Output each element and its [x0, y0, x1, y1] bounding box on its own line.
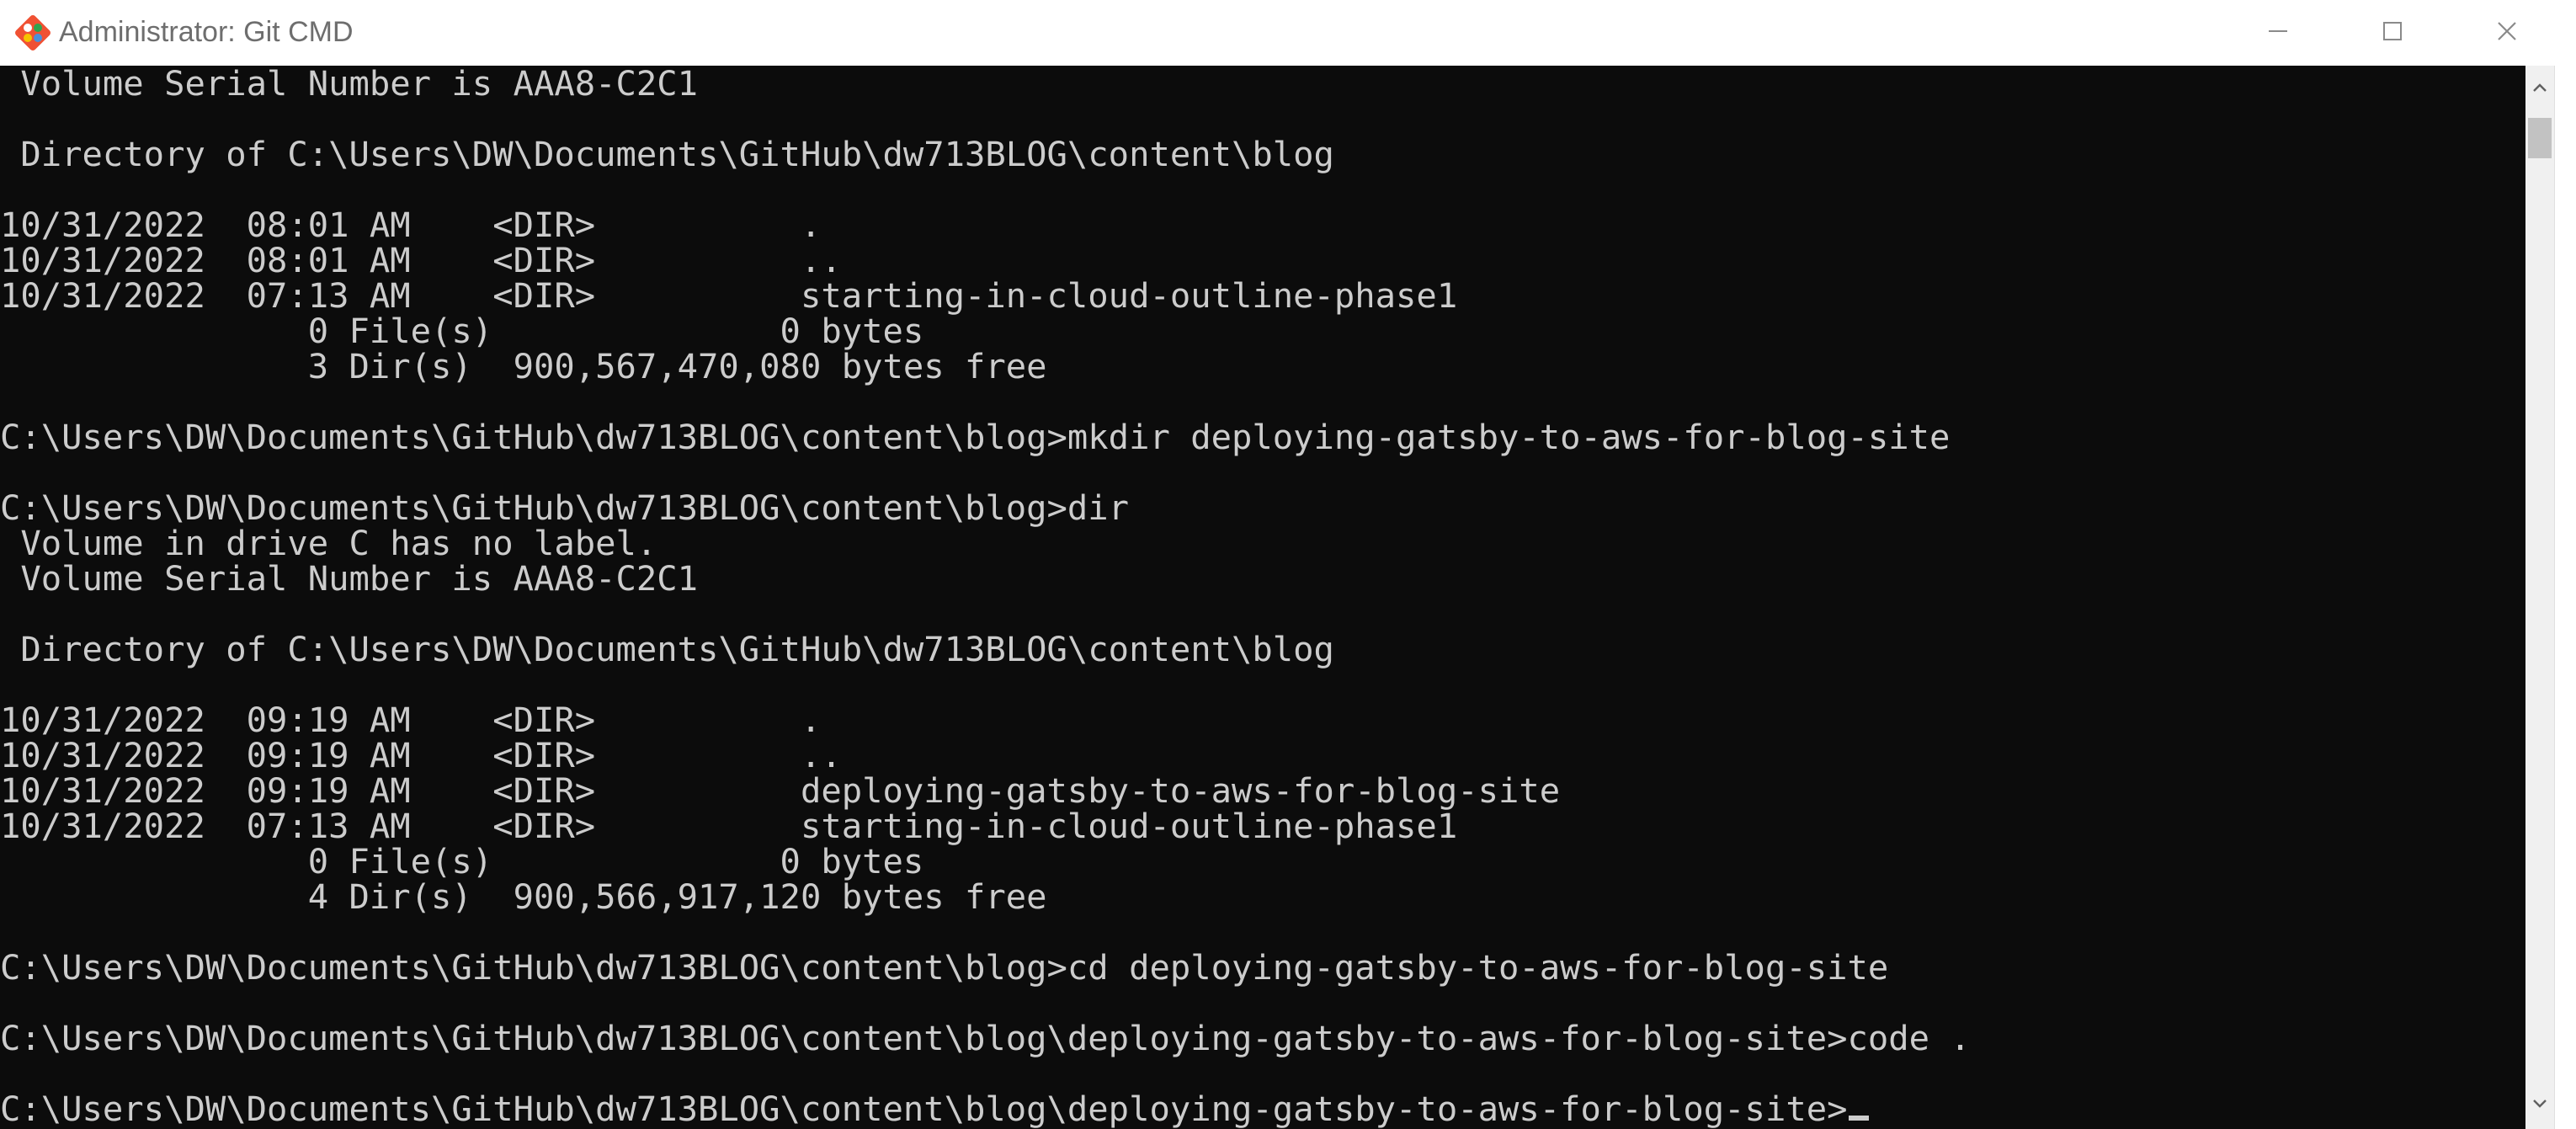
console-line: C:\Users\DW\Documents\GitHub\dw713BLOG\c…: [0, 1018, 1971, 1058]
console-line: 10/31/2022 09:19 AM <DIR> deploying-gats…: [0, 770, 1561, 811]
minimize-button[interactable]: [2221, 0, 2335, 62]
scroll-thumb[interactable]: [2528, 118, 2552, 158]
terminal-window: Administrator: Git CMD Volume Serial Num…: [0, 0, 2576, 1129]
console-line: 10/31/2022 07:13 AM <DIR> starting-in-cl…: [0, 275, 1458, 316]
title-bar[interactable]: Administrator: Git CMD: [0, 0, 2576, 66]
console-line: 4 Dir(s) 900,566,917,120 bytes free: [0, 876, 1047, 917]
maximize-button[interactable]: [2335, 0, 2450, 62]
close-button[interactable]: [2450, 0, 2564, 62]
window-edge: [2554, 66, 2576, 1129]
console-line: 0 File(s) 0 bytes: [0, 841, 924, 881]
scroll-up-button[interactable]: [2525, 66, 2554, 113]
console-line: Volume in drive C has no label.: [0, 523, 657, 563]
console-line: 10/31/2022 07:13 AM <DIR> starting-in-cl…: [0, 806, 1458, 846]
console-output[interactable]: Volume Serial Number is AAA8-C2C1 Direct…: [0, 66, 2525, 1129]
console-line: Directory of C:\Users\DW\Documents\GitHu…: [0, 134, 1334, 174]
console-line: C:\Users\DW\Documents\GitHub\dw713BLOG\c…: [0, 487, 1130, 528]
console-line: C:\Users\DW\Documents\GitHub\dw713BLOG\c…: [0, 947, 1889, 988]
text-cursor: [1849, 1116, 1870, 1121]
vertical-scrollbar[interactable]: [2525, 66, 2554, 1129]
console-line: 0 File(s) 0 bytes: [0, 311, 924, 351]
scroll-down-button[interactable]: [2525, 1082, 2554, 1129]
maximize-icon: [2383, 22, 2402, 40]
console-line: 10/31/2022 09:19 AM <DIR> ..: [0, 735, 842, 775]
console-line: 10/31/2022 08:01 AM <DIR> ..: [0, 240, 842, 280]
console-text: Volume Serial Number is AAA8-C2C1 Direct…: [0, 66, 1971, 1126]
console-line: 3 Dir(s) 900,567,470,080 bytes free: [0, 346, 1047, 386]
console-line: Volume Serial Number is AAA8-C2C1: [0, 558, 699, 599]
chevron-up-icon: [2532, 82, 2547, 97]
console-line: C:\Users\DW\Documents\GitHub\dw713BLOG\c…: [0, 417, 1951, 457]
console-line: C:\Users\DW\Documents\GitHub\dw713BLOG\c…: [0, 1091, 1971, 1126]
console-line: Volume Serial Number is AAA8-C2C1: [0, 66, 699, 104]
chevron-down-icon: [2532, 1098, 2547, 1113]
console-line: 10/31/2022 08:01 AM <DIR> .: [0, 205, 822, 245]
close-icon: [2497, 21, 2517, 41]
window-title: Administrator: Git CMD: [59, 16, 354, 48]
minimize-icon: [2269, 29, 2287, 33]
console-line: Directory of C:\Users\DW\Documents\GitHu…: [0, 629, 1334, 669]
console-line: 10/31/2022 09:19 AM <DIR> .: [0, 700, 822, 740]
git-icon: [12, 12, 54, 54]
